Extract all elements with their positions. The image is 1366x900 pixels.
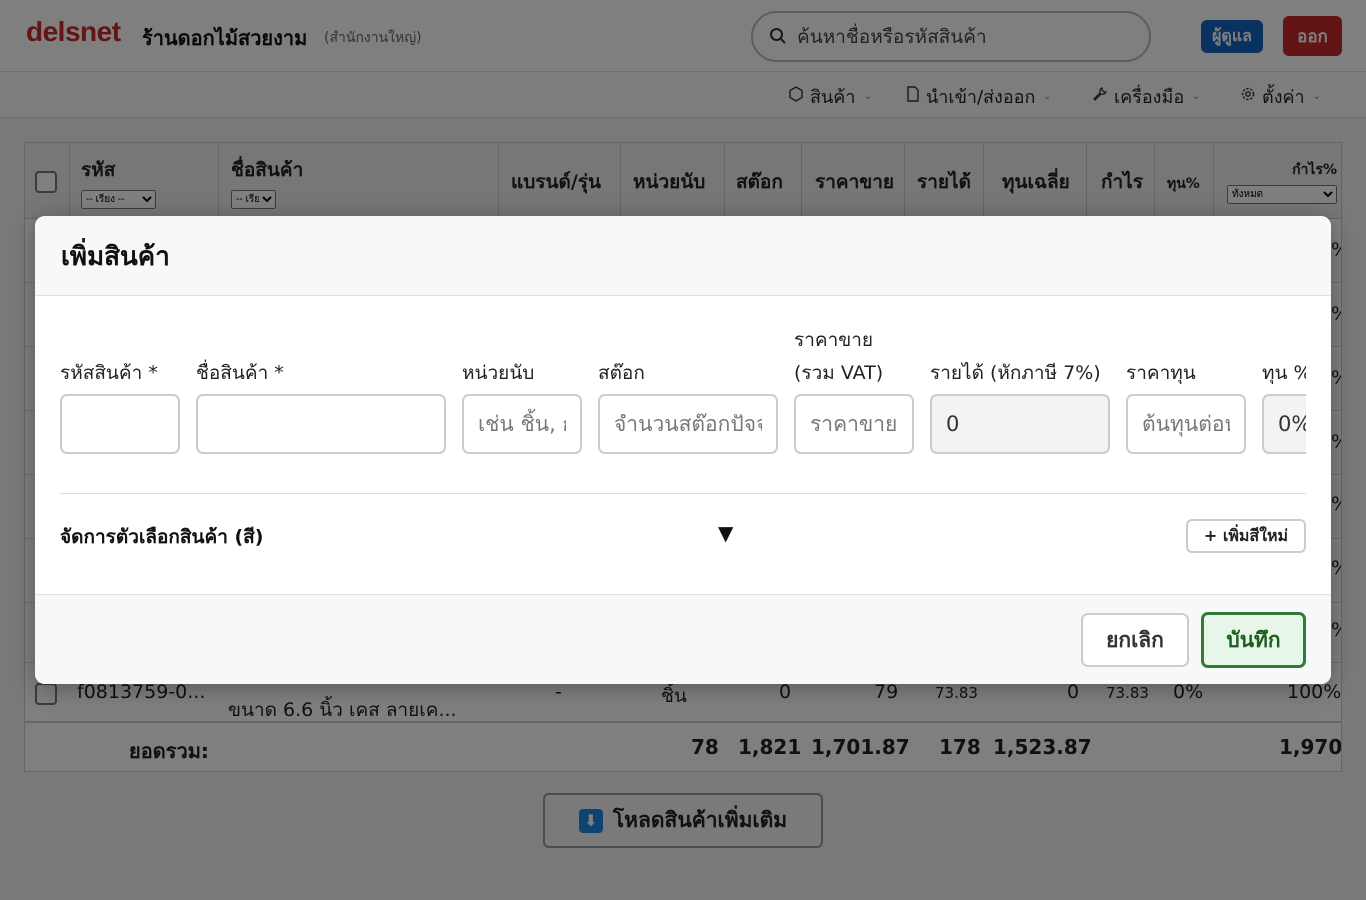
product-code-input[interactable] (60, 394, 180, 454)
add-color-button[interactable]: + เพิ่มสีใหม่ (1186, 519, 1306, 553)
field-label: ราคาทุน (1126, 362, 1196, 384)
variant-options-label[interactable]: จัดการตัวเลือกสินค้า (สี) (60, 522, 263, 552)
product-form-row: รหัสสินค้า * ชื่อสินค้า * หน่วยนับ สต๊อก… (35, 296, 1306, 456)
field-label: รหัสสินค้า * (60, 362, 158, 384)
cost-input[interactable] (1126, 394, 1246, 454)
field-label: ทุน % (1262, 362, 1306, 384)
save-button[interactable]: บันทึก (1201, 612, 1306, 668)
expand-toggle-icon[interactable]: ▼ (718, 521, 733, 545)
field-label: ราคาขาย (รวม VAT) (794, 324, 914, 390)
price-vat-input[interactable] (794, 394, 914, 454)
field-label: หน่วยนับ (462, 362, 535, 384)
unit-input[interactable] (462, 394, 582, 454)
product-name-input[interactable] (196, 394, 446, 454)
modal-footer: ยกเลิก บันทึก (35, 594, 1331, 684)
section-divider (60, 493, 1306, 494)
field-label-line2: (รวม VAT) (794, 362, 884, 384)
field-label: สต๊อก (598, 362, 645, 384)
cancel-button[interactable]: ยกเลิก (1081, 613, 1189, 667)
field-label-line1: ราคาขาย (794, 329, 874, 351)
field-label: ชื่อสินค้า * (196, 362, 284, 384)
modal-header: เพิ่มสินค้า (35, 216, 1331, 296)
field-label: รายได้ (หักภาษี 7%) (930, 362, 1101, 384)
revenue-input (930, 394, 1110, 454)
modal-title: เพิ่มสินค้า (61, 242, 170, 272)
cost-pct-input (1262, 394, 1306, 454)
stock-input[interactable] (598, 394, 778, 454)
add-product-modal: เพิ่มสินค้า รหัสสินค้า * ชื่อสินค้า * หน… (35, 216, 1331, 684)
